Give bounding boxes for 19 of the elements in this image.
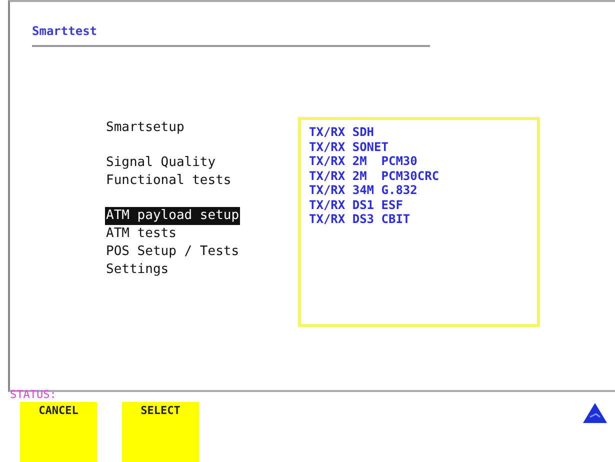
menu-item[interactable]: Settings [105,261,170,279]
softkey-button[interactable]: SELECT [122,402,199,462]
menu-item[interactable]: ATM payload setup [105,207,240,225]
list-option[interactable]: TX/RX 34M G.832 [309,183,529,198]
menu-item[interactable]: ATM tests [105,225,178,243]
list-option[interactable]: TX/RX SONET [309,140,529,154]
status-label: STATUS: [10,388,56,401]
screen-title: Smarttest [32,24,98,38]
list-option[interactable]: TX/RX DS3 CBIT [309,212,529,226]
menu-item[interactable]: Functional tests [105,172,232,190]
list-option[interactable]: TX/RX SDH [309,125,529,140]
triangle-icon [582,402,608,424]
softkey-button[interactable]: CANCEL [20,402,97,462]
menu-item[interactable]: Signal Quality [105,154,217,172]
menu-item[interactable]: Smartsetup [105,119,186,137]
list-option[interactable]: TX/RX 2M PCM30CRC [309,168,529,183]
list-option[interactable]: TX/RX DS1 ESF [309,198,529,212]
menu-item[interactable]: POS Setup / Tests [105,243,240,261]
list-option[interactable]: TX/RX 2M PCM30 [309,154,529,168]
